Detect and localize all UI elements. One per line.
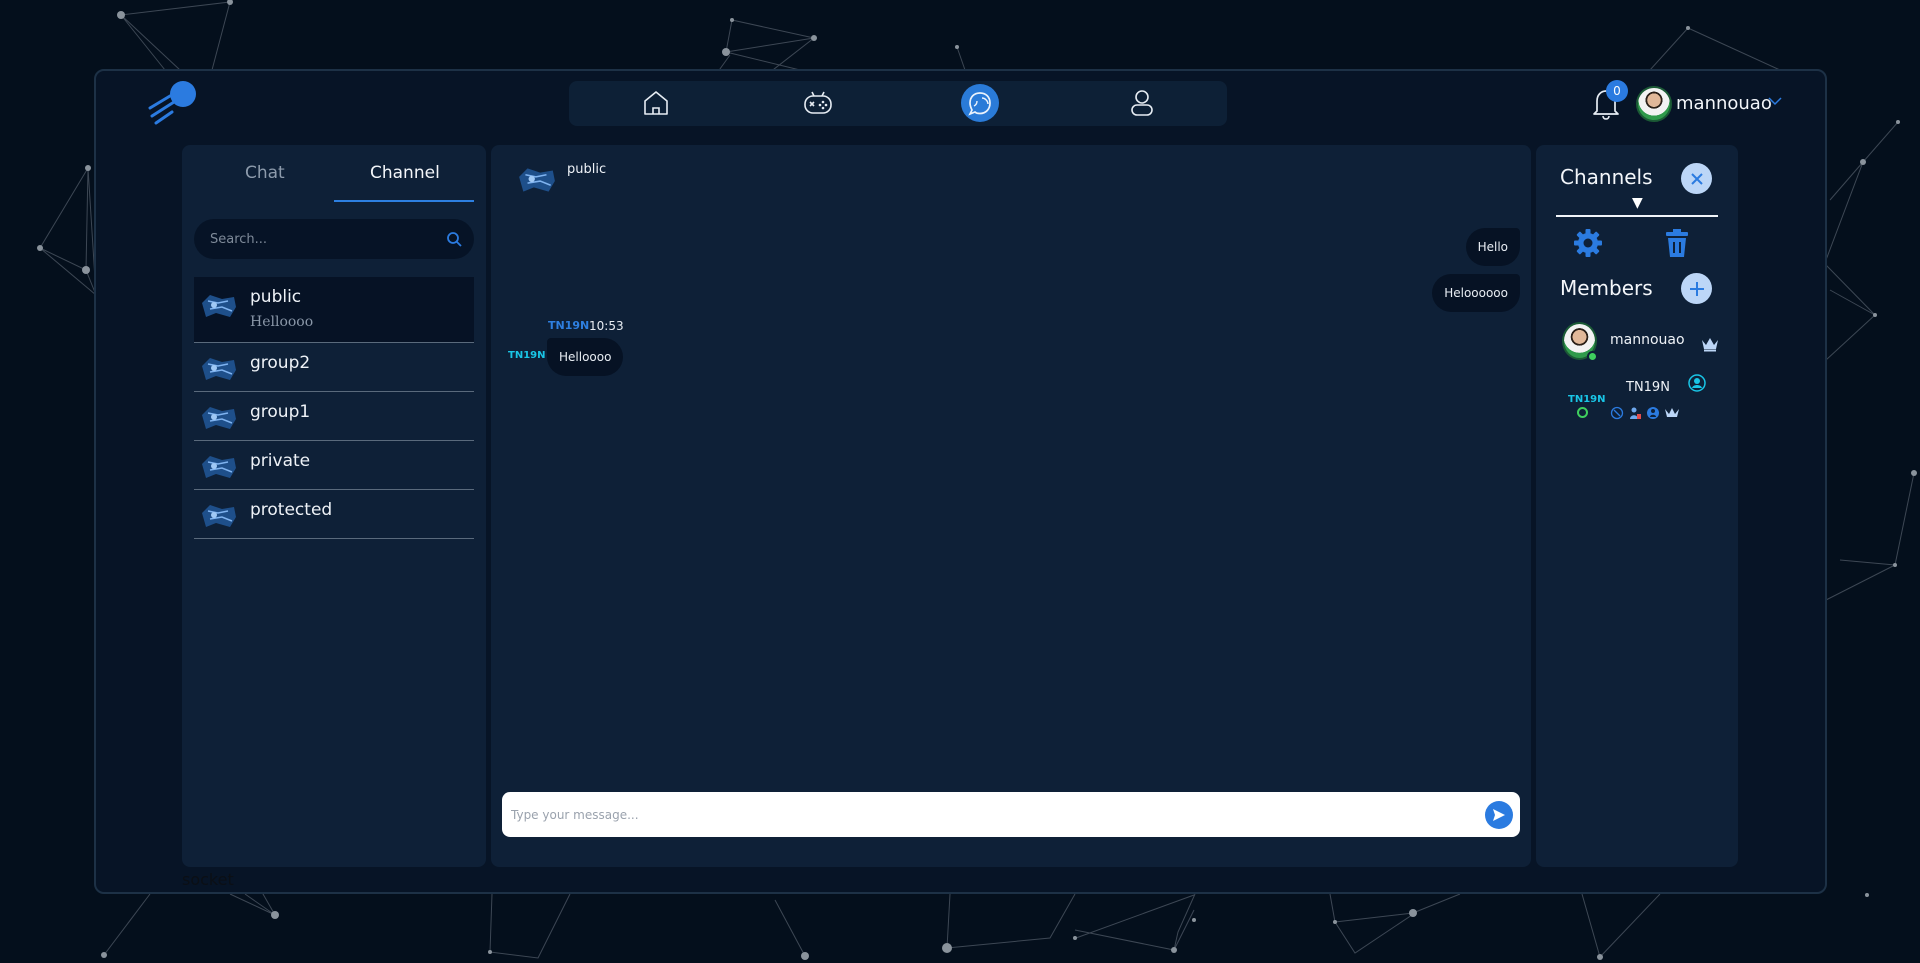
tab-chat[interactable]: Chat (245, 163, 285, 183)
ban-icon[interactable] (1646, 406, 1660, 420)
channel-list: public Helloooo group2 group1 private pr… (194, 277, 474, 539)
crown-icon (1702, 338, 1718, 352)
channel-list-panel: Chat Channel public Helloooo group2 (182, 145, 486, 867)
channel-dropdown-toggle[interactable]: ▼ (1632, 195, 1643, 211)
list-item[interactable]: private (194, 441, 474, 490)
message-input[interactable] (511, 792, 1471, 837)
list-item[interactable]: group2 (194, 343, 474, 392)
message-time: 10:53 (589, 319, 624, 333)
user-avatar[interactable] (1636, 86, 1672, 122)
search-input[interactable] (210, 219, 440, 259)
list-item[interactable]: protected (194, 490, 474, 539)
member-name[interactable]: mannouao (1610, 332, 1685, 348)
nav-chat[interactable] (961, 84, 999, 122)
message-composer (502, 792, 1520, 837)
close-button[interactable] (1681, 163, 1712, 194)
nav-home[interactable] (637, 84, 675, 122)
search-box (194, 219, 474, 259)
crown-icon[interactable] (1664, 406, 1680, 420)
add-member-button[interactable] (1681, 273, 1712, 304)
close-icon (1690, 172, 1703, 185)
channel-name: protected (250, 500, 333, 520)
tab-channel[interactable]: Channel (370, 163, 440, 183)
gamepad-icon (804, 91, 832, 114)
sender-avatar[interactable]: TN19N (508, 350, 545, 361)
tab-underline (334, 200, 474, 202)
online-status (1577, 407, 1588, 418)
divider (1556, 215, 1718, 217)
user-name[interactable]: mannouao (1676, 93, 1772, 114)
chat-icon (968, 92, 991, 116)
message-sender[interactable]: TN19N (548, 319, 589, 332)
search-icon[interactable] (446, 231, 462, 247)
channels-title: Channels (1560, 165, 1653, 189)
chevron-down-icon[interactable] (1768, 96, 1782, 106)
chat-title: public (567, 162, 607, 177)
channel-name: group2 (250, 353, 311, 373)
send-button[interactable] (1485, 801, 1513, 829)
user-icon (1131, 90, 1153, 116)
channel-avatar-icon (202, 295, 236, 317)
logo-icon[interactable] (146, 80, 200, 128)
plus-icon (1689, 281, 1704, 296)
member-name[interactable]: TN19N (1626, 380, 1670, 395)
mute-icon[interactable] (1610, 406, 1624, 420)
user-profile-icon[interactable] (1688, 374, 1706, 392)
list-item[interactable]: public Helloooo (194, 277, 474, 343)
home-icon (644, 91, 668, 115)
channel-avatar-icon (202, 456, 236, 478)
notification-badge: 0 (1606, 80, 1628, 102)
channel-details-panel: Channels ▼ Members mannouao TN19N TN19N (1536, 145, 1738, 867)
gear-icon[interactable] (1573, 228, 1603, 258)
main-nav (569, 81, 1227, 126)
channel-avatar-icon (519, 168, 555, 192)
message-bubble-outgoing: Heloooooo (1432, 274, 1520, 312)
kick-icon[interactable] (1628, 406, 1642, 420)
send-icon (1493, 809, 1505, 821)
members-title: Members (1560, 276, 1653, 300)
chat-panel: public Hello Heloooooo TN19N 10:53 TN19N… (491, 145, 1531, 867)
list-item[interactable]: group1 (194, 392, 474, 441)
channel-name: group1 (250, 402, 311, 422)
online-status (1587, 351, 1598, 362)
channel-last-message: Helloooo (250, 314, 314, 330)
channel-avatar-icon (202, 358, 236, 380)
nav-game[interactable] (799, 84, 837, 122)
message-bubble-incoming: Helloooo (547, 338, 624, 376)
socket-label: socket (182, 870, 234, 889)
trash-icon[interactable] (1664, 228, 1690, 258)
member-avatar[interactable]: TN19N (1568, 394, 1605, 405)
message-bubble-outgoing: Hello (1465, 228, 1520, 266)
channel-name: private (250, 451, 311, 471)
channel-name: public (250, 287, 302, 307)
channel-avatar-icon (202, 505, 236, 527)
nav-profile[interactable] (1123, 84, 1161, 122)
channel-avatar-icon (202, 407, 236, 429)
